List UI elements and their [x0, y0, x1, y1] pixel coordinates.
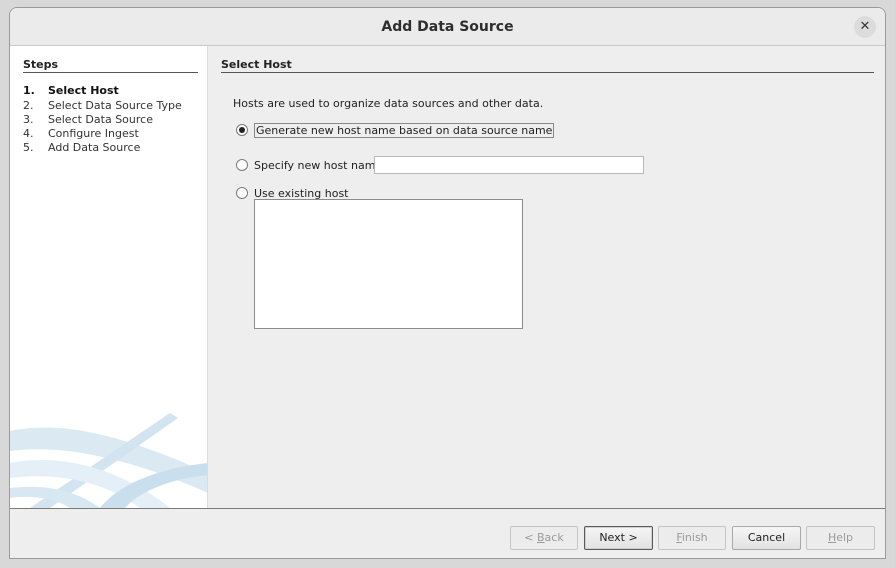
steps-panel: Steps 1. Select Host 2. Select Data Source… — [10, 46, 208, 508]
dialog-title: Add Data Source — [381, 19, 514, 35]
step-item-select-host: 1. Select Host — [23, 84, 203, 99]
new-host-name-input[interactable] — [374, 156, 644, 174]
step-number: 5. — [23, 141, 34, 154]
generate-host-radio[interactable] — [236, 124, 248, 136]
cancel-button[interactable]: Cancel — [732, 526, 801, 550]
finish-button[interactable]: Finish — [658, 526, 726, 550]
step-item-configure-ingest: 4. Configure Ingest — [23, 127, 203, 141]
step-item-select-data-source: 3. Select Data Source — [23, 113, 203, 127]
existing-host-label[interactable]: Use existing host — [254, 187, 348, 200]
select-host-panel: Select Host Hosts are used to organize d… — [209, 46, 885, 508]
step-label: Select Host — [48, 84, 119, 97]
existing-host-radio[interactable] — [236, 187, 248, 199]
specify-host-label[interactable]: Specify new host name — [254, 159, 382, 172]
step-number: 4. — [23, 127, 34, 140]
close-button[interactable]: ✕ — [854, 16, 876, 38]
back-button-suffix: ack — [544, 531, 564, 544]
step-label: Configure Ingest — [48, 127, 139, 140]
hosts-description: Hosts are used to organize data sources … — [233, 97, 544, 110]
specify-host-option[interactable]: Specify new host name — [236, 157, 382, 173]
step-label: Select Data Source Type — [48, 99, 182, 112]
generate-host-option[interactable]: Generate new host name based on data sou… — [236, 122, 555, 138]
step-item-add-data-source: 5. Add Data Source — [23, 141, 203, 155]
select-host-heading: Select Host — [221, 58, 874, 73]
wizard-decoration-image — [10, 413, 207, 508]
step-number: 2. — [23, 99, 34, 112]
step-number: 1. — [23, 84, 35, 97]
finish-button-suffix: inish — [681, 531, 708, 544]
steps-heading: Steps — [23, 58, 198, 73]
steps-list: 1. Select Host 2. Select Data Source Type … — [23, 84, 203, 155]
step-label: Add Data Source — [48, 141, 141, 154]
close-icon: ✕ — [859, 19, 871, 34]
specify-host-radio[interactable] — [236, 159, 248, 171]
back-button-prefix: < — [524, 531, 537, 544]
back-button-mnemonic: B — [537, 531, 545, 544]
help-button[interactable]: Help — [806, 526, 875, 550]
step-label: Select Data Source — [48, 113, 153, 126]
back-button[interactable]: < Back — [510, 526, 578, 550]
wizard-footer: < Back Next > Finish Cancel Help — [10, 508, 885, 558]
existing-hosts-list[interactable] — [254, 199, 523, 329]
add-data-source-dialog: Add Data Source ✕ Steps 1. Select Host 2.… — [9, 7, 886, 559]
help-button-mnemonic: H — [827, 531, 837, 544]
title-bar: Add Data Source ✕ — [10, 8, 885, 46]
step-number: 3. — [23, 113, 34, 126]
generate-host-label[interactable]: Generate new host name based on data sou… — [254, 122, 555, 138]
next-button[interactable]: Next > — [584, 526, 653, 550]
help-button-suffix: elp — [836, 531, 854, 544]
step-item-select-data-source-type: 2. Select Data Source Type — [23, 99, 203, 113]
